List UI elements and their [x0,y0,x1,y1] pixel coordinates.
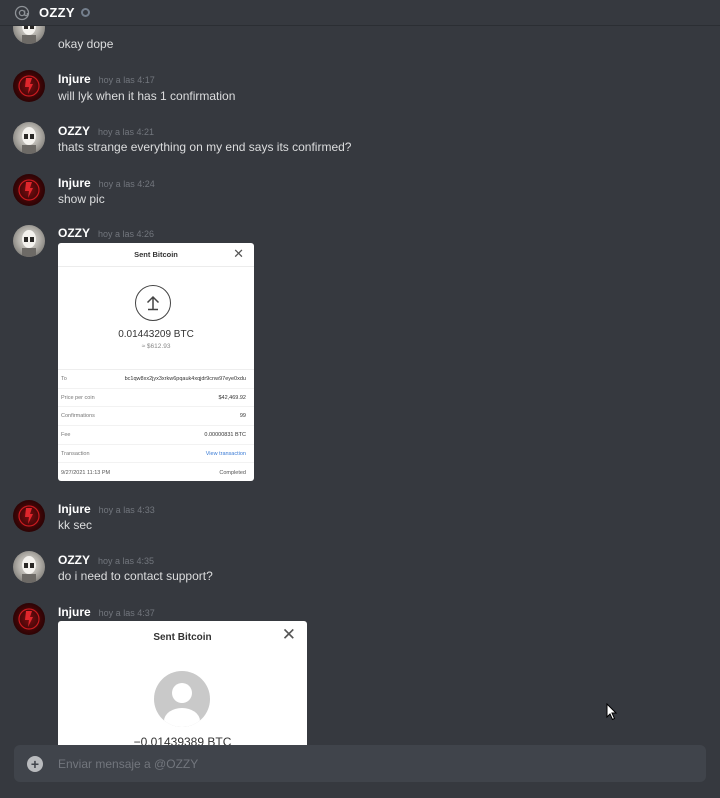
receipt-title: Sent Bitcoin [134,250,178,259]
receipt-title: Sent Bitcoin [153,631,212,643]
detail-label: Transaction [61,450,90,457]
message-meta: OZZY hoy a las 4:21 [58,124,154,138]
author-name[interactable]: Injure [58,605,91,619]
at-icon [14,5,30,21]
timestamp: hoy a las 4:26 [98,229,155,239]
detail-row: Fee 0.00000831 BTC [58,426,254,445]
message-meta: Injure hoy a las 4:24 [58,176,155,190]
close-icon: ✕ [281,625,296,644]
detail-row: Confirmations 99 [58,407,254,427]
receipt-header: Sent Bitcoin ✕ [58,621,307,653]
avatar-ozzy[interactable] [13,122,45,154]
detail-label: To [61,375,67,382]
avatar-injure[interactable] [13,174,45,206]
receipt-footer: 9/27/2021 11:13 PM Completed [58,463,254,481]
timestamp: hoy a las 4:37 [98,608,155,618]
detail-value: $42,469.92 [218,394,246,401]
message-list[interactable]: okay dope Injure hoy a las 4:17 will lyk… [0,26,720,746]
detail-row: To bc1qw8xx2jyx3xrkw6pqauk4xqjdr9cnw97eye… [58,370,254,389]
image-attachment-receipt[interactable]: Sent Bitcoin ✕ −0.01439389 BTC [58,621,307,746]
author-name[interactable]: Injure [58,502,91,516]
channel-header: OZZY [0,0,720,26]
avatar-injure[interactable] [13,500,45,532]
detail-label: Price per coin [61,394,95,401]
usd-amount: ≈ $612.93 [141,343,171,350]
detail-label: Confirmations [61,413,95,420]
message-composer: + [14,745,706,782]
message-text: show pic [58,192,105,206]
receipt-header: Sent Bitcoin ✕ [58,243,254,267]
message-text: will lyk when it has 1 confirmation [58,89,236,103]
message-text: okay dope [58,37,114,51]
image-attachment-receipt[interactable]: Sent Bitcoin ✕ 0.01443209 BTC ≈ $612.93 … [58,243,254,481]
avatar-ozzy[interactable] [13,26,45,44]
timestamp: hoy a las 4:24 [98,179,155,189]
view-transaction-link: View transaction [205,450,246,457]
mouse-cursor-icon [606,703,618,721]
timestamp: hoy a las 4:35 [98,556,155,566]
message-text: do i need to contact support? [58,569,213,583]
author-name[interactable]: Injure [58,176,91,190]
btc-amount: 0.01443209 BTC [118,329,194,340]
message-meta: OZZY hoy a las 4:35 [58,553,154,567]
close-icon: ✕ [233,246,244,261]
receipt-details: To bc1qw8xx2jyx3xrkw6pqauk4xqjdr9cnw97eye… [58,369,254,481]
author-name[interactable]: OZZY [58,124,90,138]
attach-plus-button[interactable]: + [27,755,43,772]
detail-value: bc1qw8xx2jyx3xrkw6pqauk4xqjdr9cnw97eye0x… [124,375,246,382]
detail-value: 99 [239,413,246,420]
timestamp: hoy a las 4:21 [98,127,155,137]
avatar-injure[interactable] [13,70,45,102]
message-text: thats strange everything on my end says … [58,140,352,154]
message-meta: Injure hoy a las 4:37 [58,605,155,619]
receipt-status: Completed [219,470,246,477]
upload-arrow-icon [135,285,171,321]
user-placeholder-icon [154,671,210,727]
message-input[interactable] [58,756,658,771]
detail-label: Fee [61,431,71,438]
status-offline-icon [80,8,90,17]
author-name[interactable]: OZZY [58,226,90,240]
message-meta: OZZY hoy a las 4:26 [58,226,154,240]
receipt-date: 9/27/2021 11:13 PM [61,470,111,477]
channel-title: OZZY [39,5,75,20]
avatar-ozzy[interactable] [13,225,45,257]
message-meta: Injure hoy a las 4:33 [58,502,155,516]
author-name[interactable]: Injure [58,72,91,86]
timestamp: hoy a las 4:33 [98,505,155,515]
author-name[interactable]: OZZY [58,553,90,567]
detail-row: Transaction View transaction [58,445,254,464]
message-text: kk sec [58,518,93,532]
avatar-injure[interactable] [13,603,45,635]
detail-value: 0.00000831 BTC [204,431,246,438]
avatar-ozzy[interactable] [13,551,45,583]
message-meta: Injure hoy a las 4:17 [58,72,155,86]
detail-row: Price per coin $42,469.92 [58,389,254,408]
timestamp: hoy a las 4:17 [98,75,155,85]
